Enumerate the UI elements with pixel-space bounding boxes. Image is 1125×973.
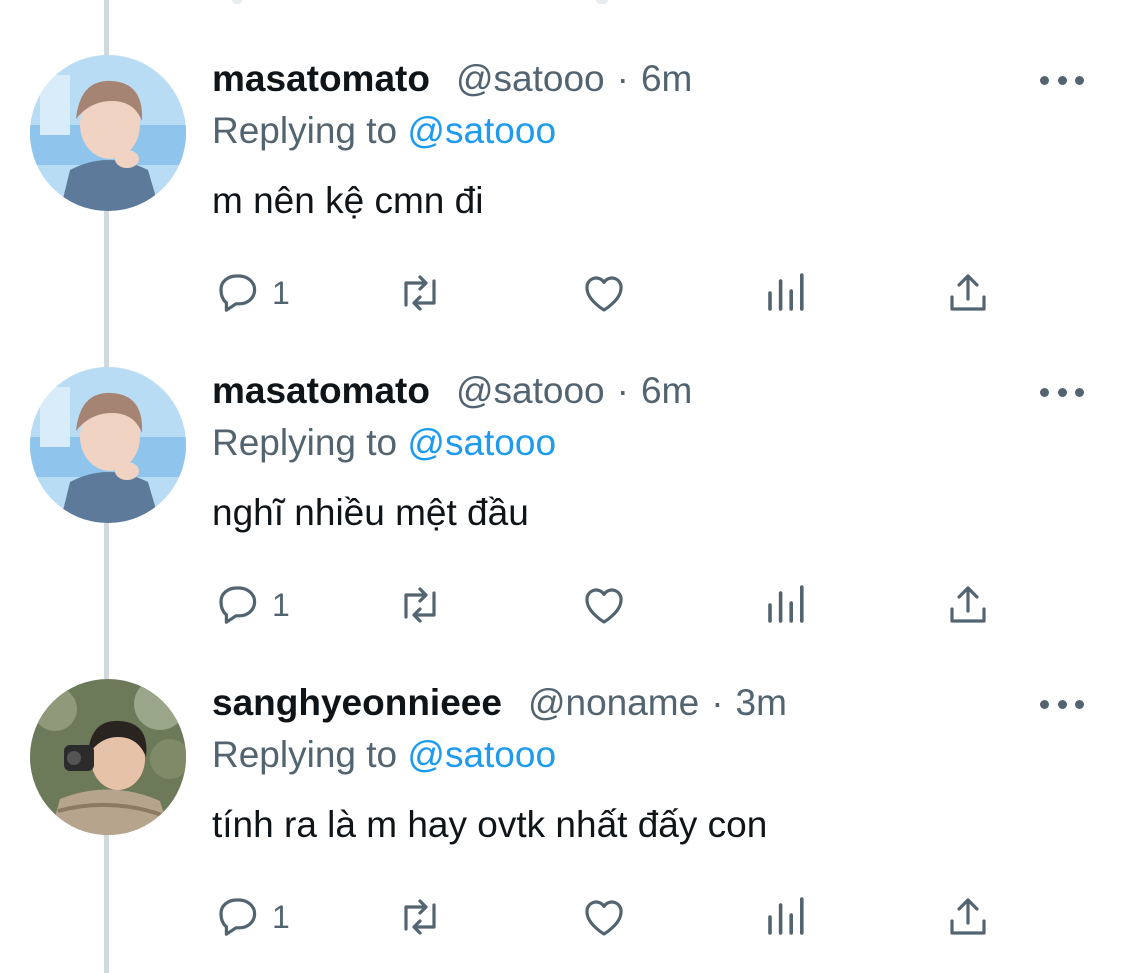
replying-to-label: Replying to [212, 422, 398, 463]
timestamp[interactable]: 3m [736, 682, 787, 724]
reply-count: 1 [272, 586, 290, 623]
heart-icon [585, 900, 623, 936]
retweet-icon [404, 275, 436, 311]
tweet-text: tính ra là m hay ovtk nhất đấy con [212, 804, 768, 845]
tweet-actions: 1 [0, 889, 1125, 949]
more-dots-icon[interactable] [1040, 692, 1084, 716]
retweet-button[interactable] [396, 889, 444, 945]
bar-chart-icon [768, 897, 804, 935]
display-name[interactable]: masatomato [212, 58, 430, 100]
display-name[interactable]: masatomato [212, 370, 430, 412]
speech-bubble-icon [219, 274, 257, 312]
share-icon [950, 274, 986, 311]
replying-to-line: Replying to @satooo [212, 110, 556, 152]
separator-dot: · [616, 58, 629, 99]
reply-tweet[interactable]: masatomato @satooo · 6m Replying to @sat… [0, 0, 1125, 312]
replying-to-mention[interactable]: @satooo [407, 110, 556, 151]
separator-dot: · [711, 682, 724, 723]
more-dots-icon[interactable] [1040, 68, 1084, 92]
reply-count: 1 [272, 274, 290, 311]
avatar-masatomato-image [30, 55, 186, 211]
reply-tweet[interactable]: sanghyeonnieee @noname · 3m Replying to … [0, 624, 1125, 936]
replying-to-line: Replying to @satooo [212, 734, 556, 776]
tweet-header: masatomato @satooo · 6m [212, 370, 692, 420]
avatar[interactable] [30, 679, 186, 835]
share-icon [950, 586, 986, 623]
speech-bubble-icon [219, 898, 257, 936]
replying-to-label: Replying to [212, 734, 398, 775]
share-icon [950, 898, 986, 935]
bar-chart-icon [768, 273, 804, 311]
avatar[interactable] [30, 367, 186, 523]
tweet-header: sanghyeonnieee @noname · 3m [212, 682, 787, 732]
views-button[interactable] [762, 889, 810, 945]
reply-tweet[interactable]: masatomato @satooo · 6m Replying to @sat… [0, 312, 1125, 624]
user-handle[interactable]: @noname [528, 682, 699, 724]
heart-icon [585, 276, 623, 312]
separator-dot: · [616, 370, 629, 411]
replying-to-label: Replying to [212, 110, 398, 151]
replying-to-line: Replying to @satooo [212, 422, 556, 464]
retweet-icon [404, 587, 436, 623]
avatar-sanghyeonnieee-image [30, 679, 186, 835]
speech-bubble-icon [219, 586, 257, 624]
replying-to-mention[interactable]: @satooo [407, 734, 556, 775]
share-button[interactable] [944, 889, 992, 945]
tweet-header: masatomato @satooo · 6m [212, 58, 692, 108]
bar-chart-icon [768, 585, 804, 623]
display-name[interactable]: sanghyeonnieee [212, 682, 502, 724]
user-handle[interactable]: @satooo [456, 370, 605, 412]
more-dots-icon[interactable] [1040, 380, 1084, 404]
reply-count: 1 [272, 898, 290, 935]
timestamp[interactable]: 6m [641, 58, 692, 100]
heart-icon [585, 588, 623, 624]
retweet-icon [404, 899, 436, 935]
avatar-masatomato-image [30, 367, 186, 523]
replying-to-mention[interactable]: @satooo [407, 422, 556, 463]
tweet-text: nghĩ nhiều mệt đầu [212, 492, 529, 533]
tweet-text: m nên kệ cmn đi [212, 180, 484, 221]
like-button[interactable] [580, 889, 628, 945]
avatar[interactable] [30, 55, 186, 211]
user-handle[interactable]: @satooo [456, 58, 605, 100]
reply-button[interactable]: 1 [214, 889, 290, 945]
timestamp[interactable]: 6m [641, 370, 692, 412]
